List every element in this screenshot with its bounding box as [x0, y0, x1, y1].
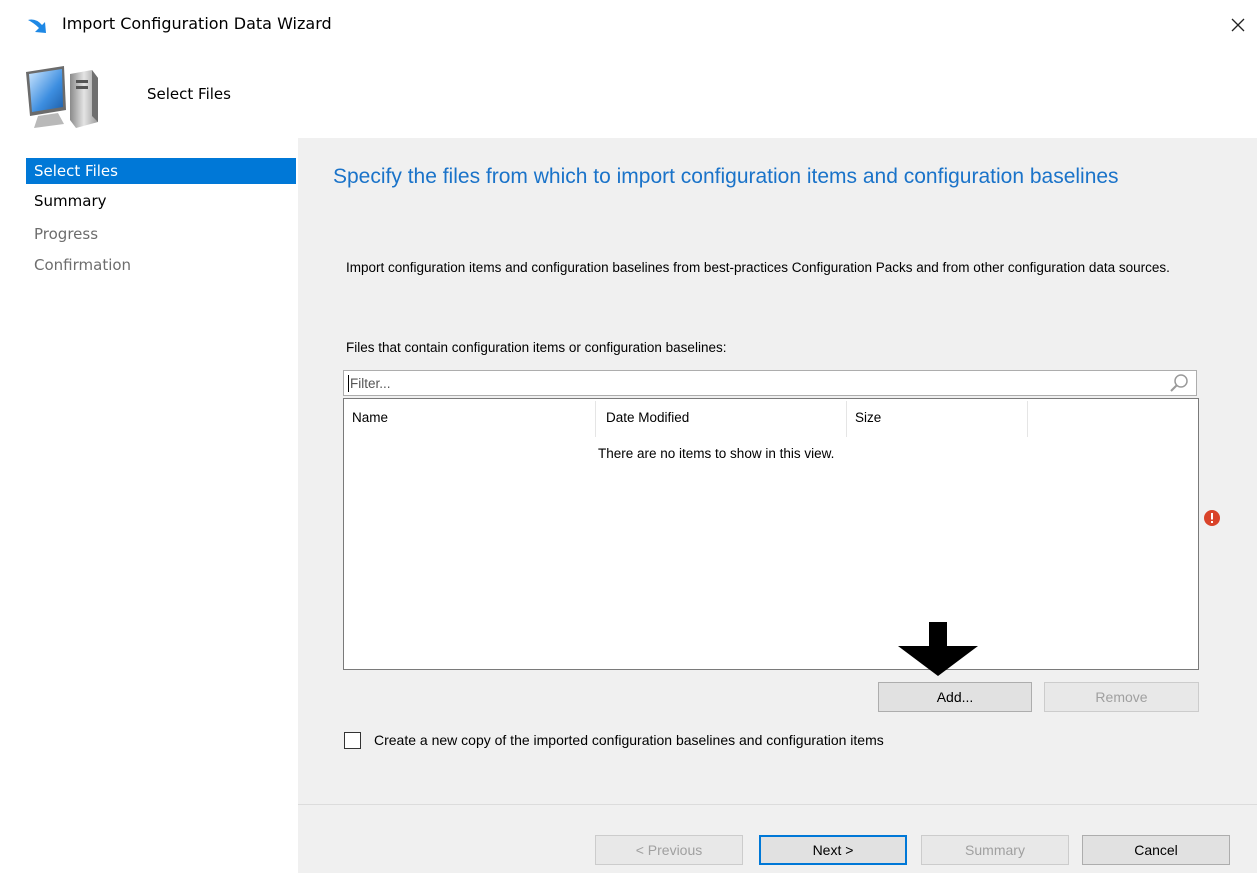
text-caret — [348, 375, 349, 392]
window-title: Import Configuration Data Wizard — [62, 14, 332, 33]
add-button[interactable]: Add... — [878, 682, 1032, 712]
nav-step-summary[interactable]: Summary — [26, 188, 296, 214]
create-copy-checkbox[interactable] — [344, 732, 361, 749]
error-icon — [1204, 510, 1220, 526]
nav-step-progress: Progress — [34, 225, 99, 243]
nav-step-confirmation: Confirmation — [34, 256, 132, 274]
close-button[interactable] — [1220, 8, 1256, 42]
title-bar: Import Configuration Data Wizard — [0, 0, 1257, 50]
wizard-window: Import Configuration Data Wizard Select … — [0, 0, 1257, 873]
main-heading: Specify the files from which to import c… — [333, 165, 1119, 188]
empty-list-message: There are no items to show in this view. — [598, 446, 835, 461]
cancel-button[interactable]: Cancel — [1082, 835, 1230, 865]
files-list[interactable]: Name Date Modified Size There are no ite… — [343, 398, 1199, 670]
filter-box[interactable] — [343, 370, 1197, 396]
close-icon — [1231, 18, 1245, 32]
create-copy-label[interactable]: Create a new copy of the imported config… — [374, 732, 884, 748]
down-arrow-annotation — [898, 622, 978, 676]
column-header-size[interactable]: Size — [847, 399, 1027, 439]
nav-step-select-files[interactable]: Select Files — [26, 158, 296, 184]
column-divider[interactable] — [595, 401, 596, 437]
main-panel: Specify the files from which to import c… — [298, 138, 1257, 873]
search-icon[interactable] — [1168, 373, 1190, 393]
remove-button: Remove — [1044, 682, 1199, 712]
files-label: Files that contain configuration items o… — [346, 340, 727, 355]
page-title: Select Files — [147, 85, 231, 103]
wizard-header: Select Files — [0, 50, 1257, 136]
column-divider[interactable] — [1027, 401, 1028, 437]
previous-button: < Previous — [595, 835, 743, 865]
computer-icon — [26, 66, 98, 128]
wizard-arrow-icon — [28, 19, 46, 33]
filter-input[interactable] — [350, 374, 1150, 392]
next-button[interactable]: Next > — [759, 835, 907, 865]
column-header-date-modified[interactable]: Date Modified — [598, 399, 846, 439]
description-text: Import configuration items and configura… — [346, 260, 1170, 275]
footer-divider — [298, 804, 1257, 805]
summary-button: Summary — [921, 835, 1069, 865]
wizard-steps-nav: Select Files Summary Progress Confirmati… — [0, 138, 298, 873]
column-header-name[interactable]: Name — [344, 399, 595, 439]
